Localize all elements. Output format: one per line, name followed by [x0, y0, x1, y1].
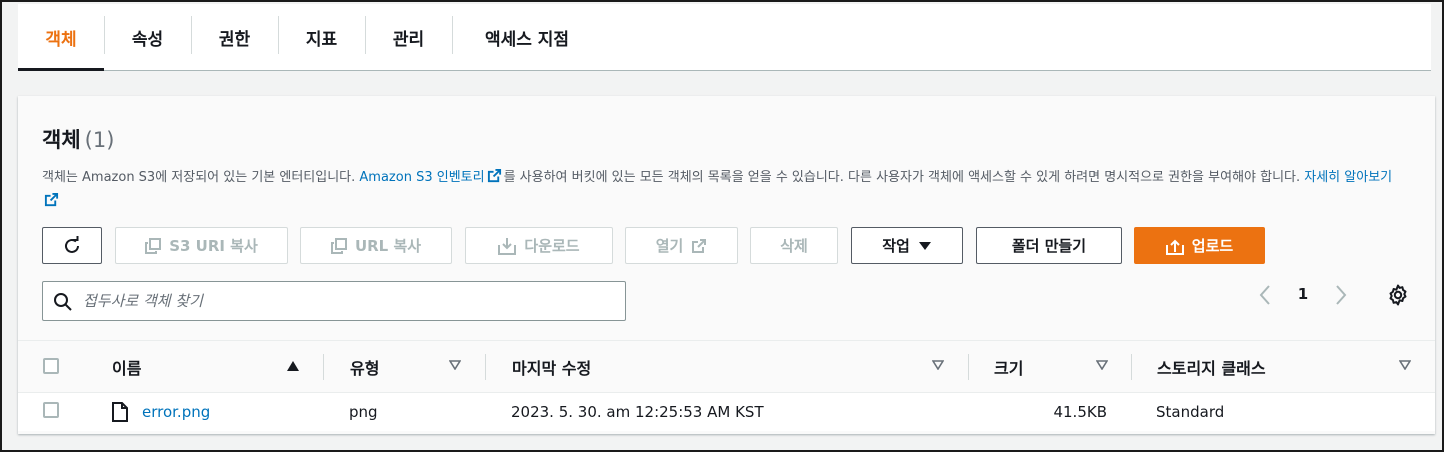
- panel-title-text: 객체: [42, 128, 81, 152]
- external-link-icon: [692, 238, 707, 253]
- column-header-name[interactable]: 이름: [112, 341, 141, 392]
- actions-dropdown[interactable]: 작업: [851, 227, 963, 264]
- panel-description: 객체는 Amazon S3에 저장되어 있는 기본 엔터티입니다. Amazon…: [42, 166, 1412, 214]
- object-storage-class-cell: Standard: [1156, 403, 1225, 421]
- column-header-storage-class[interactable]: 스토리지 클래스: [1157, 341, 1266, 392]
- column-divider: [1131, 354, 1132, 380]
- caret-down-icon: [918, 241, 931, 250]
- inventory-link[interactable]: Amazon S3 인벤토리: [359, 168, 503, 185]
- tab-permissions[interactable]: 권한: [191, 4, 278, 70]
- column-last-modified-label: 마지막 수정: [512, 358, 592, 378]
- description-text-1: 객체는 Amazon S3에 저장되어 있는 기본 엔터티입니다.: [42, 170, 360, 185]
- select-all-checkbox[interactable]: [43, 358, 59, 374]
- copy-s3-uri-button[interactable]: S3 URI 복사: [115, 227, 288, 264]
- copy-url-button[interactable]: URL 복사: [300, 227, 452, 264]
- column-header-size[interactable]: 크기: [994, 341, 1023, 392]
- column-header-type[interactable]: 유형: [350, 341, 379, 392]
- tab-metrics[interactable]: 지표: [278, 4, 365, 70]
- previous-page-icon[interactable]: [1258, 284, 1272, 306]
- description-text-2: 를 사용하여 버킷에 있는 모든 객체의 목록을 얻을 수 있습니다. 다른 사…: [503, 170, 1305, 185]
- table-row[interactable]: error.png png 2023. 5. 30. am 12:25:53 A…: [18, 393, 1435, 431]
- sort-icon[interactable]: [449, 360, 461, 370]
- copy-icon: [145, 237, 162, 254]
- column-header-last-modified[interactable]: 마지막 수정: [512, 341, 591, 392]
- column-type-label: 유형: [350, 358, 380, 378]
- search-box: [42, 281, 626, 321]
- refresh-button[interactable]: [42, 227, 102, 264]
- column-size-label: 크기: [994, 358, 1024, 378]
- upload-icon: [1165, 239, 1184, 255]
- column-storage-class-label: 스토리지 클래스: [1157, 358, 1266, 378]
- row-checkbox[interactable]: [43, 402, 59, 418]
- column-divider: [323, 354, 324, 380]
- tab-objects[interactable]: 객체: [18, 4, 104, 71]
- object-name-cell: error.png: [142, 393, 210, 431]
- object-size-cell: 41.5KB: [1053, 403, 1107, 421]
- refresh-icon: [65, 235, 79, 253]
- create-folder-button[interactable]: 폴더 만들기: [976, 227, 1122, 264]
- actions-label: 작업: [882, 237, 910, 255]
- app-frame: 객체 속성 권한 지표 관리 액세스 지점 객체 (1) 객체는 Amazon S…: [0, 0, 1444, 452]
- object-type-cell: png: [349, 403, 378, 421]
- create-folder-label: 폴더 만들기: [1011, 237, 1087, 255]
- upload-label: 업로드: [1191, 237, 1234, 255]
- tab-properties[interactable]: 속성: [104, 4, 191, 70]
- file-icon: [112, 402, 128, 422]
- copy-s3-uri-label: S3 URI 복사: [169, 237, 258, 255]
- open-button[interactable]: 열기: [625, 227, 738, 264]
- download-label: 다운로드: [524, 237, 580, 255]
- open-label: 열기: [655, 237, 684, 255]
- upload-button[interactable]: 업로드: [1134, 227, 1265, 264]
- page-number[interactable]: 1: [1296, 285, 1310, 303]
- inventory-link-label: Amazon S3 인벤토리: [359, 170, 485, 185]
- delete-label: 삭제: [780, 237, 808, 255]
- search-input[interactable]: [83, 288, 613, 314]
- column-name-label: 이름: [112, 358, 142, 378]
- copy-url-label: URL 복사: [354, 237, 422, 255]
- table-header: 이름 유형 마지막 수정 크기 스토리지 클래스: [18, 340, 1435, 393]
- objects-panel: 객체 (1) 객체는 Amazon S3에 저장되어 있는 기본 엔터티입니다. …: [18, 96, 1435, 434]
- learn-more-label: 자세히 알아보기: [1304, 170, 1393, 185]
- panel-title: 객체 (1): [42, 124, 114, 154]
- download-button[interactable]: 다운로드: [465, 227, 613, 264]
- gear-icon[interactable]: [1386, 283, 1410, 307]
- tab-bar: 객체 속성 권한 지표 관리 액세스 지점: [18, 4, 1431, 71]
- object-last-modified-cell: 2023. 5. 30. am 12:25:53 AM KST: [511, 403, 764, 421]
- sort-icon[interactable]: [1096, 360, 1108, 370]
- column-divider: [968, 354, 969, 380]
- external-link-icon: [487, 168, 501, 183]
- tab-access-points[interactable]: 액세스 지점: [452, 4, 602, 70]
- file-icon-cell: [112, 393, 128, 431]
- next-page-icon[interactable]: [1334, 284, 1348, 306]
- object-count: (1): [84, 128, 115, 152]
- sort-icon[interactable]: [932, 360, 944, 370]
- tab-management[interactable]: 관리: [365, 4, 452, 70]
- delete-button[interactable]: 삭제: [750, 227, 838, 264]
- sort-icon[interactable]: [1399, 360, 1411, 370]
- external-link-icon: [44, 192, 59, 207]
- column-divider: [485, 354, 486, 380]
- search-icon: [54, 293, 72, 311]
- copy-icon: [330, 237, 347, 254]
- download-icon: [498, 237, 517, 255]
- object-name-link[interactable]: error.png: [142, 403, 210, 421]
- sort-ascending-icon[interactable]: [286, 360, 300, 372]
